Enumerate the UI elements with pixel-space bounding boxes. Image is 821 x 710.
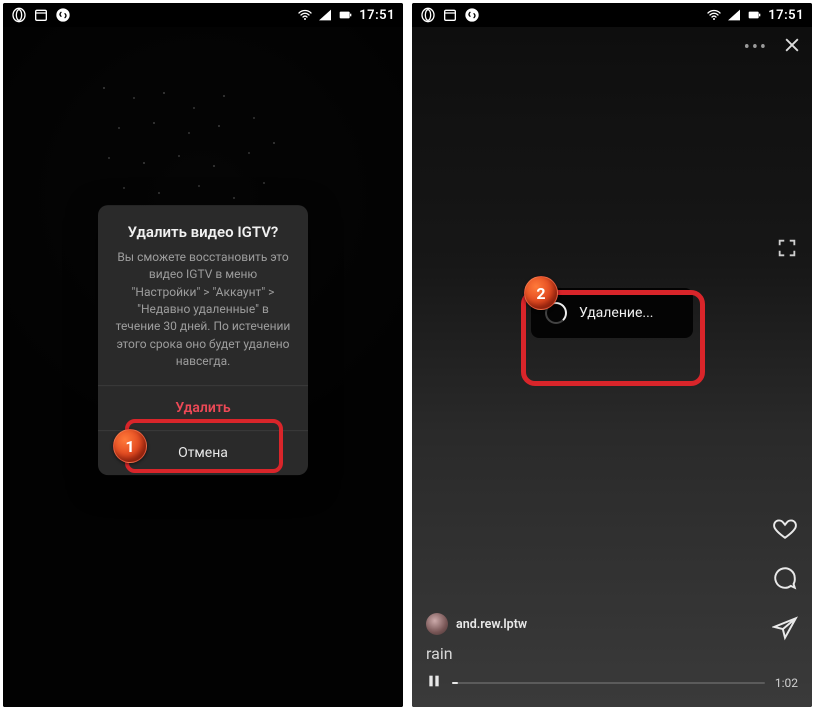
clock: 17:51 [768, 8, 804, 23]
share-icon[interactable] [772, 615, 798, 645]
delete-button[interactable]: Удалить [98, 385, 308, 430]
dialog-body: Вы сможете восстановить это видео IGTV в… [98, 249, 308, 385]
pause-icon[interactable] [426, 673, 442, 693]
username[interactable]: and.rew.lptw [456, 617, 527, 632]
toast-text: Удаление... [579, 305, 653, 321]
opera-icon [420, 7, 436, 23]
video-player[interactable] [412, 27, 812, 707]
close-icon[interactable] [782, 35, 802, 59]
status-bar: 17:51 [3, 3, 403, 27]
shazam-icon [55, 7, 71, 23]
annotation-marker: 2 [524, 276, 558, 310]
left-screenshot: 17:51 Удалить видео IGTV? Вы сможете вос… [3, 3, 403, 707]
duration: 1:02 [775, 676, 798, 690]
opera-icon [11, 7, 27, 23]
shazam-icon [464, 7, 480, 23]
fullscreen-icon[interactable] [776, 237, 798, 263]
clock: 17:51 [359, 8, 395, 23]
more-options-icon[interactable]: ••• [744, 37, 768, 58]
calendar-icon [442, 7, 458, 23]
status-bar: 17:51 [412, 3, 812, 27]
signal-icon [726, 7, 742, 23]
annotation-marker: 1 [113, 429, 147, 463]
like-icon[interactable] [772, 515, 798, 545]
wifi-icon [706, 7, 722, 23]
dialog-title: Удалить видео IGTV? [98, 205, 308, 249]
comment-icon[interactable] [772, 565, 798, 595]
avatar[interactable] [426, 613, 448, 635]
wifi-icon [297, 7, 313, 23]
signal-icon [317, 7, 333, 23]
progress-bar[interactable] [452, 682, 765, 684]
right-screenshot: 17:51 ••• Удаление... 2 and.rew.lptw rai… [412, 3, 812, 707]
calendar-icon [33, 7, 49, 23]
video-caption: rain [426, 644, 453, 663]
battery-icon [337, 7, 353, 23]
battery-icon [746, 7, 762, 23]
